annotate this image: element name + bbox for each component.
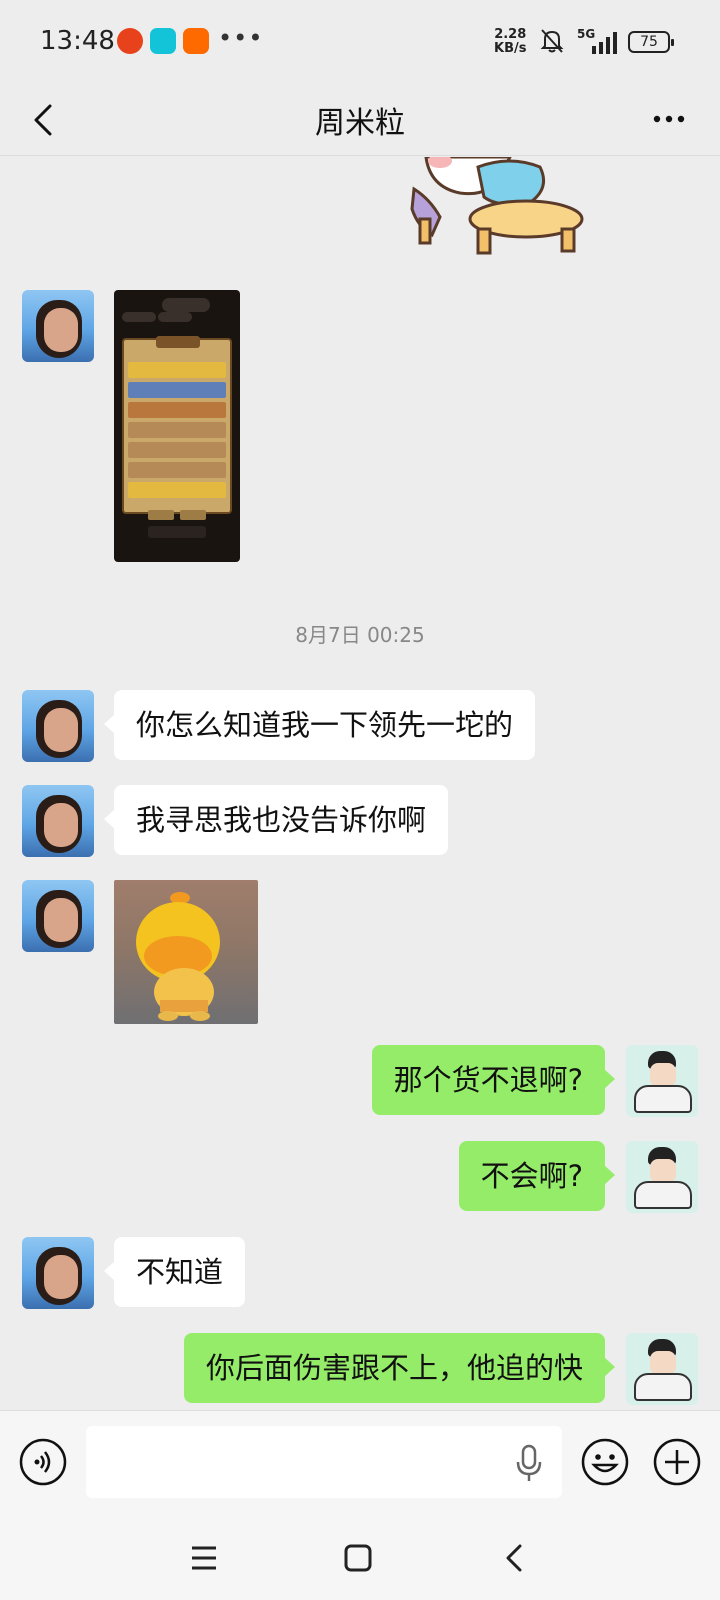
avatar[interactable] bbox=[22, 785, 94, 857]
plus-icon[interactable] bbox=[652, 1437, 702, 1487]
message-bubble[interactable]: 那个货不退啊? bbox=[371, 1045, 616, 1115]
taobao-app-icon bbox=[183, 28, 209, 54]
more-dots-icon[interactable] bbox=[646, 96, 692, 142]
signal-icon bbox=[592, 32, 617, 54]
network-speed: 2.28 KB/s bbox=[494, 28, 526, 56]
input-bar bbox=[0, 1410, 720, 1518]
avatar[interactable] bbox=[22, 880, 94, 952]
avatar[interactable] bbox=[22, 1237, 94, 1309]
avatar[interactable] bbox=[626, 1045, 698, 1117]
chat-area[interactable]: 8月7日 00:25 你怎么知道我一下领先一坨的 我寻思我也没告诉你啊 那个货不… bbox=[0, 157, 720, 1410]
status-time: 13:48 bbox=[40, 26, 115, 56]
battery-icon: 75 bbox=[628, 31, 674, 53]
chat-header: 周米粒 bbox=[0, 84, 720, 156]
pinduoduo-app-icon bbox=[117, 28, 143, 54]
yellow-duck-sticker-image[interactable] bbox=[114, 880, 258, 1024]
emoji-icon[interactable] bbox=[580, 1437, 630, 1487]
game-leaderboard-image[interactable] bbox=[114, 290, 240, 562]
avatar[interactable] bbox=[22, 290, 94, 362]
avatar[interactable] bbox=[626, 1141, 698, 1213]
mute-bell-icon bbox=[540, 29, 564, 53]
menu-icon[interactable] bbox=[184, 1538, 224, 1578]
system-nav-bar bbox=[0, 1518, 720, 1600]
network-speed-unit: KB/s bbox=[494, 41, 527, 56]
message-bubble[interactable]: 你怎么知道我一下领先一坨的 bbox=[103, 690, 536, 760]
voice-icon[interactable] bbox=[19, 1438, 67, 1486]
message-bubble[interactable]: 我寻思我也没告诉你啊 bbox=[103, 785, 449, 855]
duck-icon bbox=[136, 892, 220, 1021]
home-icon[interactable] bbox=[338, 1538, 378, 1578]
message-bubble[interactable]: 不会啊? bbox=[458, 1141, 616, 1211]
more-notifications-icon: ••• bbox=[218, 24, 264, 52]
network-speed-value: 2.28 bbox=[494, 27, 527, 42]
message-bubble[interactable]: 你后面伤害跟不上，他追的快 bbox=[183, 1333, 616, 1403]
chat-title: 周米粒 bbox=[315, 106, 405, 141]
avatar[interactable] bbox=[22, 690, 94, 762]
taptap-app-icon bbox=[150, 28, 176, 54]
message-bubble[interactable]: 不知道 bbox=[103, 1237, 246, 1307]
status-bar: 13:48 ••• 2.28 KB/s 5G 75 bbox=[0, 0, 720, 84]
avatar[interactable] bbox=[626, 1333, 698, 1405]
cat-sticker-image[interactable] bbox=[400, 157, 600, 259]
chat-timestamp: 8月7日 00:25 bbox=[295, 623, 425, 647]
back-icon[interactable] bbox=[494, 1538, 534, 1578]
microphone-icon[interactable] bbox=[514, 1443, 544, 1483]
message-input[interactable] bbox=[86, 1426, 562, 1498]
